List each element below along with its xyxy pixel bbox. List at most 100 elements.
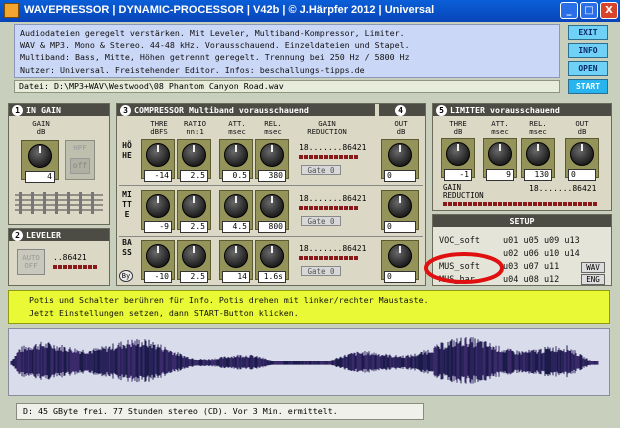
out-value: 0 [384, 221, 416, 233]
minimize-button[interactable]: _ [560, 2, 578, 19]
thre-knob[interactable] [146, 143, 170, 167]
close-button[interactable]: X [600, 2, 618, 19]
thre-knob-cell[interactable]: -9 [141, 190, 175, 233]
thre-knob-cell[interactable]: -10 [141, 240, 175, 283]
thre-knob[interactable] [146, 194, 170, 218]
rel-value: 1.6s [258, 271, 286, 283]
band-name: MITTE [122, 190, 132, 219]
lim-rel-value: 130 [524, 169, 552, 181]
hint-line: Jetzt Einstellungen setzen, dann START-B… [29, 308, 299, 318]
info-line: Audiodateien geregelt verstärken. Mit Le… [20, 28, 405, 38]
out-knob[interactable] [388, 143, 412, 167]
ratio-knob-cell[interactable]: 2.5 [177, 139, 211, 182]
hint-line: Potis und Schalter berühren für Info. Po… [29, 295, 429, 305]
rel-header: REL. msec [264, 119, 282, 136]
ratio-knob[interactable] [182, 143, 206, 167]
start-button[interactable]: START [568, 79, 608, 94]
eng-button[interactable]: ENG [581, 274, 605, 285]
rel-knob-cell[interactable]: 380 [255, 139, 289, 182]
band-row-hoehe: HÖHE -14 2.5 0.5 380 18.......86421 Gate… [119, 137, 423, 183]
info-panel: Audiodateien geregelt verstärken. Mit Le… [14, 24, 560, 78]
att-knob[interactable] [224, 194, 248, 218]
status-bar: D: 45 GByte frei. 77 Stunden stereo (CD)… [16, 403, 424, 420]
waveform-display [8, 328, 610, 396]
lim-thre-knob-cell[interactable]: -1 [441, 138, 475, 181]
out-knob-cell[interactable]: 0 [381, 190, 419, 233]
gr-header: GAIN REDUCTION [307, 119, 347, 136]
out-value: 0 [384, 271, 416, 283]
thre-value: -9 [144, 221, 172, 233]
gate-button[interactable]: Gate 0 [301, 165, 341, 175]
leveler-panel: 2 LEVELER AUTO OFF ..86421 [8, 228, 110, 286]
thre-knob[interactable] [146, 244, 170, 268]
ratio-knob-cell[interactable]: 2.5 [177, 190, 211, 233]
window-title: WAVEPRESSOR | DYNAMIC-PROCESSOR | V42b |… [24, 4, 435, 16]
ratio-header: RATIO nn:1 [184, 119, 206, 136]
att-knob-cell[interactable]: 14 [219, 240, 253, 283]
thre-value: -10 [144, 271, 172, 283]
leveler-meter [53, 265, 97, 269]
section-number: 5 [436, 105, 447, 116]
ratio-knob[interactable] [182, 244, 206, 268]
leveler-auto-button[interactable]: AUTO OFF [17, 249, 45, 275]
lim-gr-label: GAIN REDUCTION [443, 183, 484, 200]
preset-name[interactable]: VOC_soft [439, 235, 503, 248]
att-knob-cell[interactable]: 0.5 [219, 139, 253, 182]
info-button[interactable]: INFO [568, 43, 608, 58]
att-value: 4.5 [222, 221, 250, 233]
preset-codes[interactable]: u01 u05 u09 u13 [503, 236, 580, 246]
rel-knob-cell[interactable]: 800 [255, 190, 289, 233]
maximize-button[interactable]: □ [580, 2, 598, 19]
limiter-panel: 5 LIMITER vorausschauend THRE dB ATT. mse… [432, 103, 612, 211]
gain-knob-cell[interactable]: 4 [21, 140, 59, 183]
lim-rel-knob[interactable] [526, 142, 550, 166]
ratio-knob[interactable] [182, 194, 206, 218]
att-knob[interactable] [224, 244, 248, 268]
att-knob-cell[interactable]: 4.5 [219, 190, 253, 233]
out-knob-cell[interactable]: 0 [381, 139, 419, 182]
slider-bank[interactable] [15, 190, 103, 216]
thre-knob-cell[interactable]: -14 [141, 139, 175, 182]
rel-knob[interactable] [260, 244, 284, 268]
ratio-knob-cell[interactable]: 2.5 [177, 240, 211, 283]
preset-codes[interactable]: u04 u08 u12 [503, 275, 559, 285]
exit-button[interactable]: EXIT [568, 25, 608, 40]
lim-rel-knob-cell[interactable]: 130 [521, 138, 555, 181]
gate-button[interactable]: Gate 0 [301, 216, 341, 226]
att-knob[interactable] [224, 143, 248, 167]
lim-att-knob-cell[interactable]: 9 [483, 138, 517, 181]
lim-out-knob[interactable] [570, 142, 594, 166]
preset-codes[interactable]: u02 u06 u10 u14 [503, 249, 580, 259]
rel-knob[interactable] [260, 143, 284, 167]
preset-codes[interactable]: u03 u07 u11 [503, 262, 559, 272]
bypass-button[interactable]: By [119, 270, 133, 282]
info-line: Multiband: Bass, Mitte, Höhen getrennt g… [20, 52, 410, 63]
gain-value: 4 [25, 171, 55, 183]
att-value: 0.5 [222, 170, 250, 182]
lim-rel-header: REL. msec [529, 119, 547, 136]
out-knob[interactable] [388, 194, 412, 218]
wav-button[interactable]: WAV [581, 262, 605, 273]
slider-lines-icon [15, 192, 103, 214]
setup-panel: SETUP VOC_soft u01 u05 u09 u13 u02 u06 u1… [424, 214, 612, 286]
gr-meter [299, 256, 358, 260]
open-button[interactable]: OPEN [568, 61, 608, 76]
app-icon [4, 3, 19, 18]
hpf-switch[interactable]: HPF off [65, 140, 95, 180]
band-name: BASS [122, 238, 132, 257]
rel-knob[interactable] [260, 194, 284, 218]
file-path: Datei: D:\MP3+WAV\Westwood\08 Phantom Ca… [14, 80, 560, 93]
rel-knob-cell[interactable]: 1.6s [255, 240, 289, 283]
out-knob-cell[interactable]: 0 [381, 240, 419, 283]
gate-button[interactable]: Gate 0 [301, 266, 341, 276]
title-bar[interactable]: WAVEPRESSOR | DYNAMIC-PROCESSOR | V42b |… [0, 0, 620, 22]
gr-meter-label: 18.......86421 [299, 244, 367, 253]
setup-row[interactable]: VOC_soft u01 u05 u09 u13 [439, 235, 580, 248]
gain-knob[interactable] [28, 144, 52, 168]
lim-thre-knob[interactable] [446, 142, 470, 166]
lim-out-knob-cell[interactable]: 0 [565, 138, 599, 181]
out-knob[interactable] [388, 244, 412, 268]
section-number: 4 [395, 105, 406, 116]
ratio-value: 2.5 [180, 170, 208, 182]
lim-att-knob[interactable] [488, 142, 512, 166]
